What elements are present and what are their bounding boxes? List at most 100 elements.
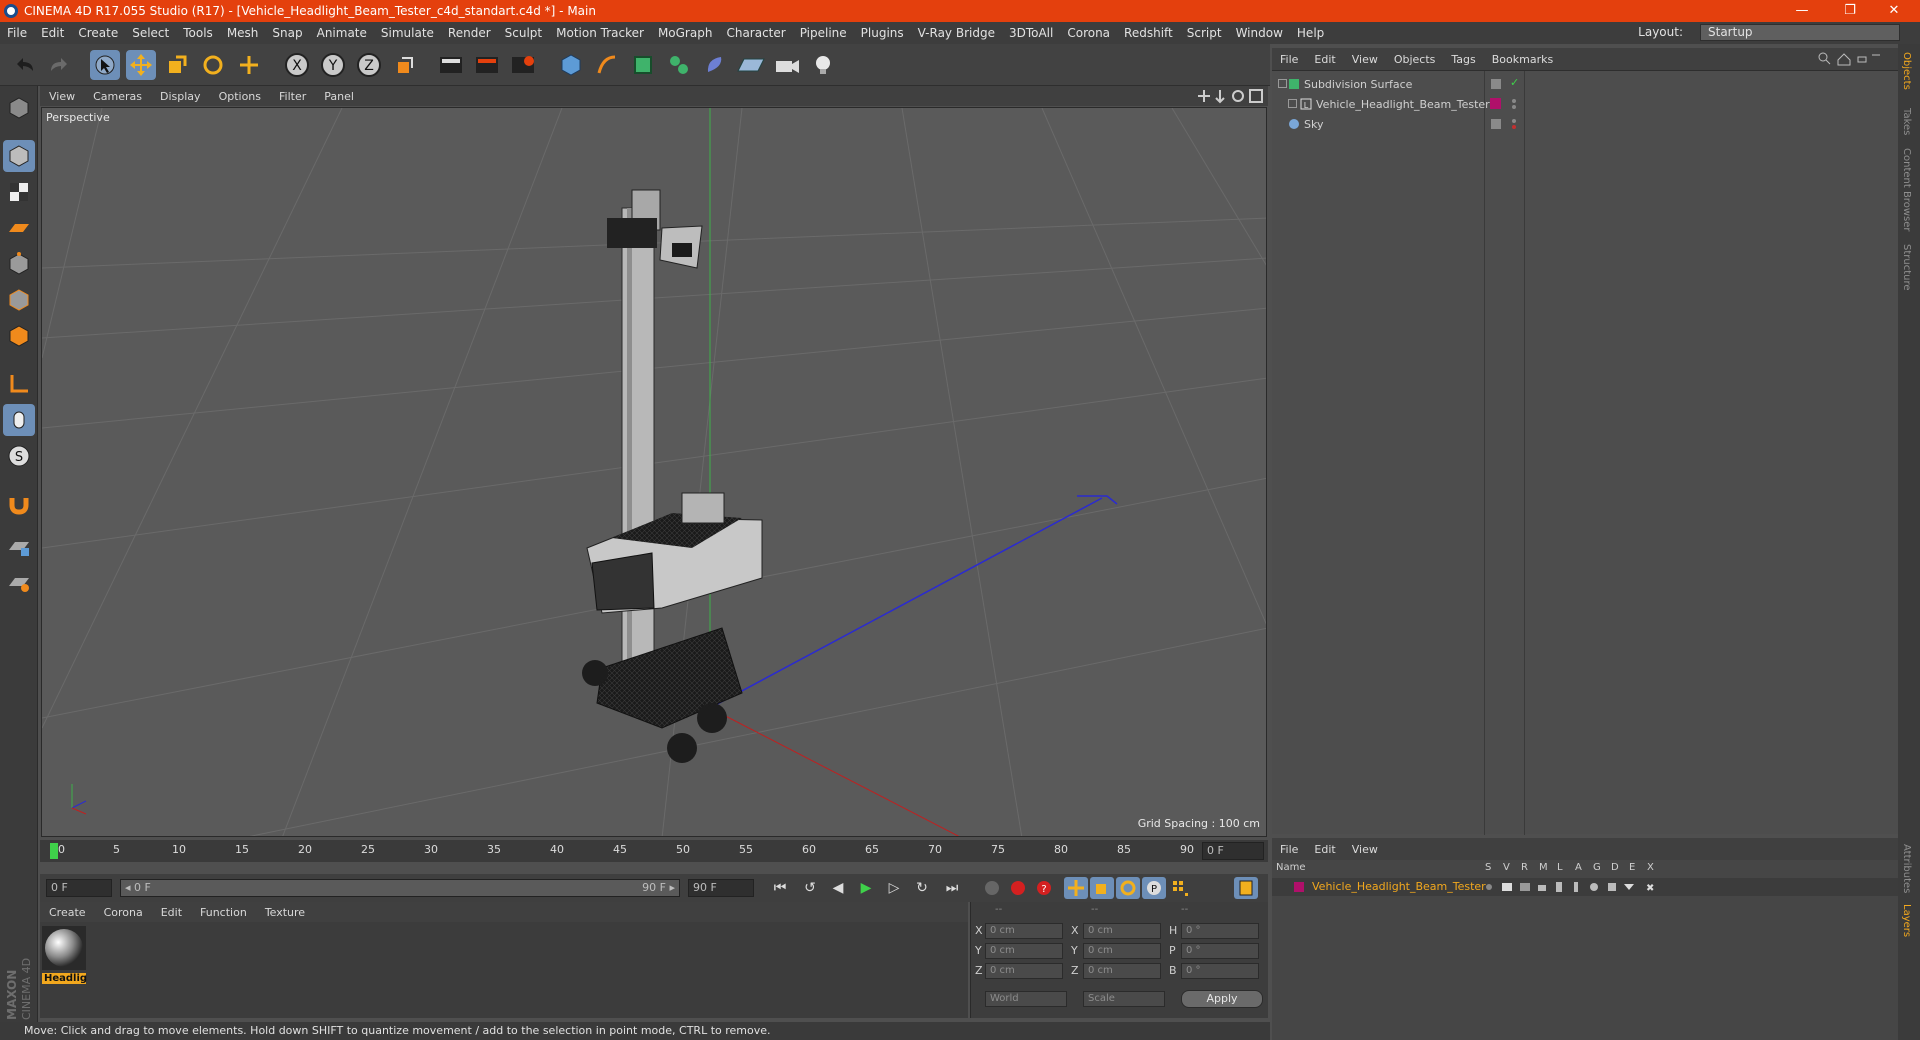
objects-menu-bookmarks[interactable]: Bookmarks [1484,53,1561,66]
snap-icon[interactable]: S [3,440,35,472]
maximize-button[interactable]: ❐ [1828,0,1872,22]
floor-scene-icon[interactable] [736,50,766,80]
visibility-toggle-icon[interactable] [1490,78,1502,93]
position-z-field[interactable]: 0 cm [985,963,1063,979]
select-arrow-icon[interactable] [90,50,120,80]
menu-select[interactable]: Select [125,26,176,40]
menu-create[interactable]: Create [71,26,125,40]
menu-tools[interactable]: Tools [176,26,220,40]
objects-menu-objects[interactable]: Objects [1386,53,1444,66]
visibility-toggle-icon[interactable] [1490,118,1502,133]
points-mode-icon[interactable] [3,248,35,280]
menu-motion-tracker[interactable]: Motion Tracker [549,26,651,40]
perspective-viewport[interactable]: Perspective Grid Spacing : 100 cm [41,107,1267,837]
coordinate-system-icon[interactable] [390,50,420,80]
record-keys-icon[interactable] [980,877,1004,899]
scale-tool-icon[interactable] [162,50,192,80]
render-dots-icon[interactable] [1510,98,1518,113]
key-pla-icon[interactable] [1168,877,1192,899]
menu-animate[interactable]: Animate [310,26,374,40]
playhead[interactable] [50,843,58,859]
end-frame-field[interactable]: 90 F [688,879,754,897]
x-axis-lock-icon[interactable]: X [282,50,312,80]
menu-3dtoall[interactable]: 3DToAll [1002,26,1060,40]
layer-row[interactable]: Vehicle_Headlight_Beam_Tester ✖ [1272,878,1898,896]
render-to-picture-viewer-icon[interactable] [472,50,502,80]
render-dots-icon[interactable] [1510,118,1518,133]
objects-menu-tags[interactable]: Tags [1443,53,1483,66]
camera-icon[interactable] [772,50,802,80]
tab-objects[interactable]: Objects [1901,52,1912,90]
keyframe-selection-icon[interactable]: ? [1032,877,1056,899]
object-row-sky[interactable]: Sky [1272,115,1898,135]
timeline-ruler[interactable]: 0 5 10 15 20 25 30 35 40 45 50 55 60 65 … [40,840,1268,862]
subdivision-surface-icon[interactable] [628,50,658,80]
size-x-field[interactable]: 0 cm [1083,923,1161,939]
pen-spline-icon[interactable] [592,50,622,80]
cube-object-icon[interactable] [556,50,586,80]
menu-simulate[interactable]: Simulate [374,26,441,40]
objects-menu-view[interactable]: View [1344,53,1386,66]
material-menu-edit[interactable]: Edit [152,906,191,919]
play-icon[interactable]: ▶ [854,877,878,899]
layers-menu-file[interactable]: File [1272,843,1306,856]
menu-render[interactable]: Render [441,26,498,40]
tab-takes[interactable]: Takes [1901,108,1912,135]
move-tool-icon[interactable] [126,50,156,80]
layers-menu-edit[interactable]: Edit [1306,843,1343,856]
autokey-icon[interactable] [1006,877,1030,899]
viewport-menu-options[interactable]: Options [210,90,270,103]
light-icon[interactable] [808,50,838,80]
menu-pipeline[interactable]: Pipeline [793,26,854,40]
viewport-menu-panel[interactable]: Panel [315,90,363,103]
material-menu-create[interactable]: Create [40,906,95,919]
layer-flag-icons[interactable]: ✖ [1482,880,1662,897]
key-parameter-icon[interactable]: P [1142,877,1166,899]
rotate-tool-icon[interactable] [198,50,228,80]
go-to-end-icon[interactable]: ⏭ [940,877,964,899]
polygons-mode-icon[interactable] [3,320,35,352]
lock-workplane-icon[interactable] [3,530,35,562]
tweak-mode-icon[interactable] [3,404,35,436]
viewport-menu-view[interactable]: View [40,90,84,103]
frame-range-slider[interactable]: ◂ 0 F 90 F ▸ [120,879,680,897]
menu-script[interactable]: Script [1180,26,1229,40]
close-button[interactable]: ✕ [1872,0,1916,22]
key-scale-icon[interactable] [1090,877,1114,899]
layer-name[interactable]: Vehicle_Headlight_Beam_Tester [1312,880,1486,893]
render-view-icon[interactable] [436,50,466,80]
axis-mode-icon[interactable] [3,368,35,400]
transform-tool-icon[interactable] [234,50,264,80]
z-axis-lock-icon[interactable]: Z [354,50,384,80]
material-menu-corona[interactable]: Corona [95,906,152,919]
menu-sculpt[interactable]: Sculpt [498,26,549,40]
coordinate-mode-dropdown[interactable]: World [985,991,1067,1007]
previous-key-icon[interactable]: ↺ [798,877,822,899]
current-frame-field[interactable]: 0 F [1202,842,1264,860]
deformer-icon[interactable] [700,50,730,80]
menu-corona[interactable]: Corona [1060,26,1117,40]
rotation-p-field[interactable]: 0 ° [1181,943,1259,959]
tab-attributes[interactable]: Attributes [1901,844,1912,893]
object-row-subdivision-surface[interactable]: Subdivision Surface ✓ [1272,75,1898,95]
y-axis-lock-icon[interactable]: Y [318,50,348,80]
start-frame-field[interactable]: 0 F [46,879,112,897]
layout-dropdown[interactable]: Startup [1700,24,1900,41]
step-forward-icon[interactable]: ▷ [882,877,906,899]
viewport-menu-filter[interactable]: Filter [270,90,315,103]
menu-plugins[interactable]: Plugins [854,26,911,40]
undo-icon[interactable] [10,50,40,80]
material-swatch[interactable]: Headlig [42,926,87,986]
magnet-icon[interactable] [3,488,35,520]
go-to-start-icon[interactable]: ⏮ [768,877,792,899]
timeline-window-icon[interactable] [1234,877,1258,899]
model-mode-icon[interactable] [3,140,35,172]
key-rotation-icon[interactable] [1116,877,1140,899]
viewport-menu-display[interactable]: Display [151,90,210,103]
menu-mesh[interactable]: Mesh [220,26,266,40]
redo-icon[interactable] [44,50,74,80]
menu-window[interactable]: Window [1229,26,1290,40]
size-y-field[interactable]: 0 cm [1083,943,1161,959]
size-z-field[interactable]: 0 cm [1083,963,1161,979]
layers-menu-view[interactable]: View [1344,843,1386,856]
